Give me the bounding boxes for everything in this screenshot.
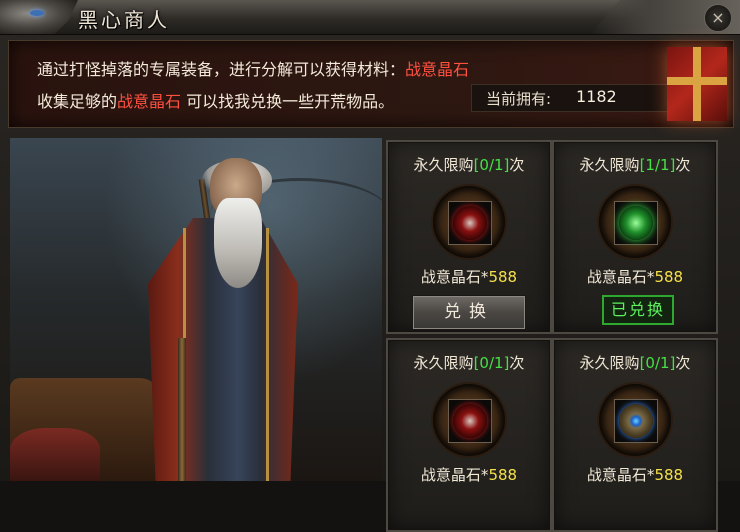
- item-ring: [599, 384, 671, 456]
- exchange-button[interactable]: 兑换: [412, 295, 526, 330]
- cost-name: 战意晶石*: [586, 268, 655, 286]
- item-ring: [433, 186, 505, 258]
- cost-name: 战意晶石*: [420, 466, 489, 484]
- item-price: 战意晶石*588: [388, 464, 550, 485]
- limit-suffix: 次: [675, 156, 691, 174]
- window-title: 黑心商人: [78, 8, 170, 32]
- info-line-1: 通过打怪掉落的专属装备，进行分解可以获得材料：战意晶石: [37, 56, 469, 80]
- shop-item-card: 永久限购[1/1]次 战意晶石*588 已兑换: [552, 140, 718, 334]
- info-line-1-text: 通过打怪掉落的专属装备，进行分解可以获得材料：: [37, 60, 406, 79]
- item-ring: [433, 384, 505, 456]
- merchant-beard: [214, 198, 262, 288]
- limit-prefix: 永久限购: [413, 156, 474, 174]
- info-line-2: 收集足够的战意晶石 可以找我兑换一些开荒物品。: [37, 88, 394, 112]
- treasure-sack: [10, 428, 100, 481]
- material-name: 战意晶石: [405, 60, 470, 79]
- info-line-2-prefix: 收集足够的: [37, 92, 118, 111]
- limit-prefix: 永久限购: [413, 354, 474, 372]
- title-bar: 黑心商人 ×: [0, 0, 740, 35]
- owned-count-box: 当前拥有: 1182: [471, 84, 673, 112]
- item-slot[interactable]: [614, 201, 658, 245]
- purchase-limit: 永久限购[1/1]次: [554, 154, 716, 175]
- red-skull-gem-icon: [453, 206, 487, 240]
- item-ring: [599, 186, 671, 258]
- limit-count: [0/1]: [473, 156, 510, 174]
- merchant-portrait: [10, 138, 382, 481]
- shop-item-card: 永久限购[0/1]次 战意晶石*588: [386, 338, 552, 532]
- cost-value: 588: [654, 466, 684, 484]
- item-price: 战意晶石*588: [554, 464, 716, 485]
- limit-prefix: 永久限购: [579, 156, 640, 174]
- limit-suffix: 次: [675, 354, 691, 372]
- gift-box-icon: [667, 47, 727, 121]
- blue-gem-icon: [619, 404, 653, 438]
- cost-name: 战意晶石*: [586, 466, 655, 484]
- limit-suffix: 次: [509, 156, 525, 174]
- cost-value: 588: [488, 268, 518, 286]
- info-line-2-suffix: 可以找我兑换一些开荒物品。: [181, 92, 395, 111]
- cost-value: 588: [488, 466, 518, 484]
- purchase-limit: 永久限购[0/1]次: [388, 352, 550, 373]
- owned-value: 1182: [576, 87, 617, 106]
- green-gem-icon: [619, 206, 653, 240]
- limit-count: [0/1]: [473, 354, 510, 372]
- owned-label: 当前拥有:: [486, 90, 552, 108]
- cost-value: 588: [654, 268, 684, 286]
- item-slot[interactable]: [448, 399, 492, 443]
- redeemed-badge: 已兑换: [602, 295, 674, 325]
- dragon-eye-icon: [30, 10, 44, 16]
- item-slot[interactable]: [614, 399, 658, 443]
- limit-count: [0/1]: [639, 354, 676, 372]
- purchase-limit: 永久限购[0/1]次: [388, 154, 550, 175]
- material-name: 战意晶石: [117, 92, 182, 111]
- cane-icon: [178, 338, 186, 481]
- dragon-ornament-icon: [0, 0, 78, 34]
- purchase-limit: 永久限购[0/1]次: [554, 352, 716, 373]
- shop-item-card: 永久限购[0/1]次 战意晶石*588 兑换: [386, 140, 552, 334]
- merchant-window: 黑心商人 × 通过打怪掉落的专属装备，进行分解可以获得材料：战意晶石 收集足够的…: [0, 0, 740, 532]
- limit-suffix: 次: [509, 354, 525, 372]
- limit-prefix: 永久限购: [579, 354, 640, 372]
- info-panel: 通过打怪掉落的专属装备，进行分解可以获得材料：战意晶石 收集足够的战意晶石 可以…: [8, 40, 734, 128]
- limit-count: [1/1]: [639, 156, 676, 174]
- old-merchant-figure: [128, 158, 298, 481]
- item-price: 战意晶石*588: [388, 266, 550, 287]
- shop-item-card: 永久限购[0/1]次 战意晶石*588: [552, 338, 718, 532]
- red-gem-icon: [453, 404, 487, 438]
- item-slot[interactable]: [448, 201, 492, 245]
- cost-name: 战意晶石*: [420, 268, 489, 286]
- close-button[interactable]: ×: [704, 4, 732, 32]
- item-price: 战意晶石*588: [554, 266, 716, 287]
